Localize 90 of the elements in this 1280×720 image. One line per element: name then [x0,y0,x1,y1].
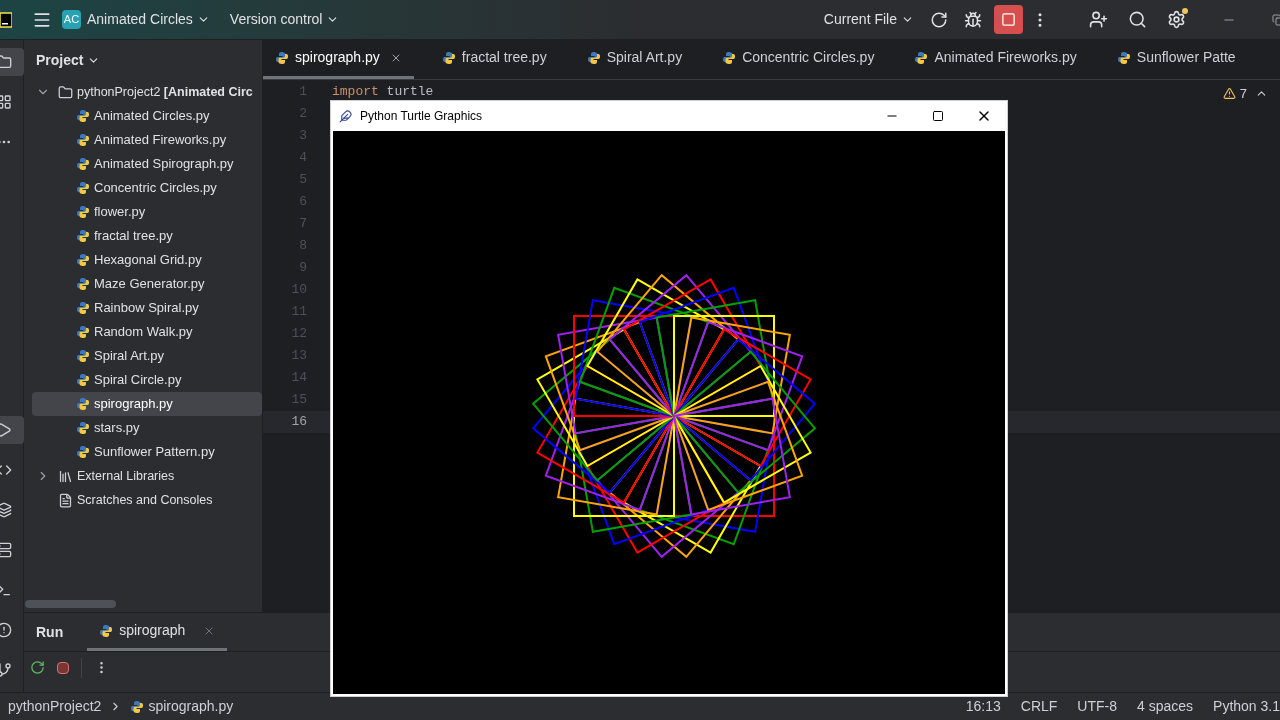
python-file-icon [76,253,90,267]
line-number: 16 [290,413,307,432]
window-title: Python Turtle Graphics [360,108,483,125]
settings-icon[interactable] [1167,10,1186,29]
debug-icon[interactable] [964,10,982,29]
panel-title[interactable]: Project [24,40,101,80]
python-file-icon [76,445,90,459]
breadcrumb[interactable]: spirograph.py [130,696,234,717]
python-file-icon [76,421,90,435]
file-item[interactable]: stars.py [32,416,262,440]
project-selector[interactable]: Animated Circles [87,9,210,30]
python-file-icon [76,133,90,147]
status-item[interactable]: 16:13 [965,696,1001,717]
vcs-menu[interactable]: Version control [229,9,340,30]
file-item[interactable]: Spiral Art.py [32,344,262,368]
run-icon[interactable] [0,422,12,438]
python-file-icon [76,157,90,171]
add-user-icon[interactable] [1089,10,1108,29]
status-item[interactable]: UTF-8 [1077,696,1117,717]
file-item[interactable]: Animated Spirograph.py [32,152,262,176]
editor-tab[interactable]: Sunflower Patte [1104,39,1248,79]
file-item[interactable]: Sunflower Pattern.py [32,440,262,464]
python-file-icon [441,50,456,65]
status-item[interactable]: Python 3.1 [1213,696,1280,717]
scrollbar-thumb[interactable] [25,600,116,608]
python-file-icon [76,373,90,387]
python-file-icon [99,623,114,638]
file-item[interactable]: fractal tree.py [32,224,262,248]
rerun-icon[interactable] [930,10,948,29]
python-file-icon [76,325,90,339]
python-file-icon [76,229,90,243]
warning-count[interactable]: 7 [1239,84,1247,104]
status-item[interactable]: CRLF [1020,696,1058,717]
scratches-icon [58,492,73,508]
python-file-icon [76,205,90,219]
python-file-icon [76,301,90,315]
library-icon [58,468,73,484]
python-file-icon [722,50,737,65]
editor-tab[interactable]: Concentric Circles.py [710,39,887,79]
file-item[interactable]: Animated Circles.py [32,104,262,128]
file-item[interactable]: Animated Fireworks.py [32,128,262,152]
python-file-icon [76,181,90,195]
project-badge: AC [62,10,81,29]
python-file-icon [76,109,90,123]
python-file-icon [1116,50,1131,65]
layers-icon[interactable] [0,502,12,518]
file-item[interactable]: Maze Generator.py [32,272,262,296]
problems-icon[interactable] [0,622,12,638]
editor-tab[interactable]: Animated Fireworks.py [902,39,1089,79]
services-icon[interactable] [0,542,12,558]
file-item[interactable]: Random Walk.py [32,320,262,344]
python-file-icon [76,277,90,291]
file-item[interactable]: flower.py [32,200,262,224]
folder-icon [58,84,73,100]
python-file-icon [76,349,90,363]
file-item[interactable]: spirograph.py [32,392,262,416]
run-config-selector[interactable]: Current File [823,9,914,30]
maximize-icon[interactable] [932,110,944,122]
feather-icon [339,109,352,123]
tree-item[interactable]: Scratches and Consoles [32,488,262,512]
python-file-icon [76,397,90,411]
folder-icon[interactable] [0,54,12,70]
run-tab[interactable]: spirograph [87,613,228,651]
warning-icon[interactable] [1222,87,1236,101]
search-icon[interactable] [1128,10,1147,29]
git-icon[interactable] [0,662,12,678]
rerun-icon[interactable] [30,660,45,675]
restore-icon[interactable] [1272,13,1280,26]
tree-item[interactable]: pythonProject2 [Animated Circ [32,80,262,104]
file-item[interactable]: Hexagonal Grid.py [32,248,262,272]
stop-icon[interactable] [57,661,69,674]
python-file-icon [130,699,145,714]
tree-item[interactable]: External Libraries [32,464,262,488]
structure-icon[interactable] [0,94,12,110]
python-file-icon [914,50,929,65]
status-item[interactable]: 4 spaces [1137,696,1194,717]
editor-tab[interactable]: Spiral Art.py [574,39,695,79]
file-item[interactable]: Rainbow Spiral.py [32,296,262,320]
file-item[interactable]: Spiral Circle.py [32,368,262,392]
file-item[interactable]: Concentric Circles.py [32,176,262,200]
console-icon[interactable] [0,462,12,478]
breadcrumb[interactable]: pythonProject2 [8,696,102,717]
app-logo-icon[interactable] [0,11,12,28]
python-file-icon [586,50,601,65]
editor-tab[interactable]: spirograph.py [263,39,414,79]
run-panel-title: Run [36,622,64,642]
editor-tab[interactable]: fractal tree.py [429,39,559,79]
stop-button[interactable] [994,5,1023,34]
code-line: import turtle [332,83,434,102]
python-file-icon [275,50,289,65]
